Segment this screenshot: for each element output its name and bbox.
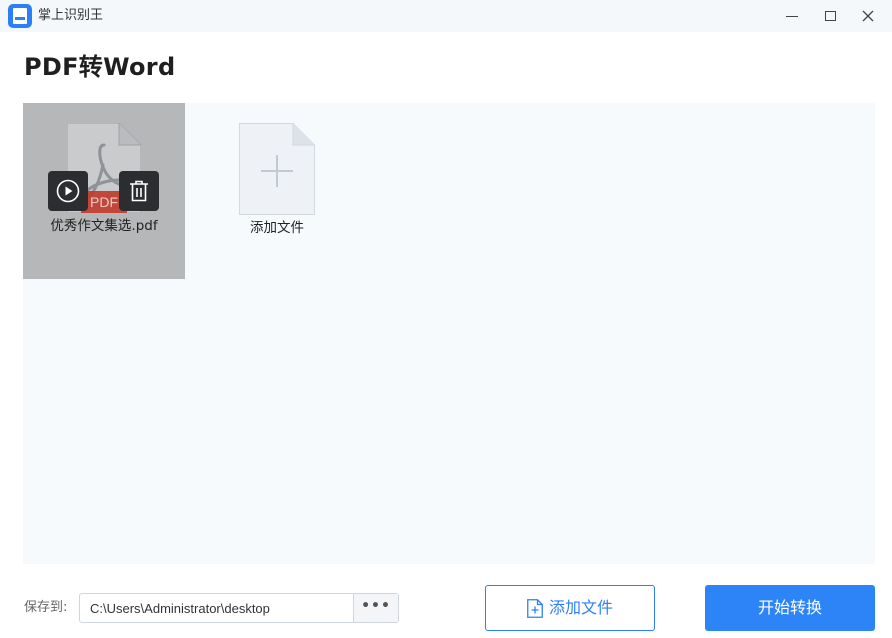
play-button[interactable] [48,171,88,211]
add-file-tile-label: 添加文件 [250,220,304,236]
save-path-input[interactable] [80,594,352,622]
app-logo-icon [8,4,32,28]
browse-button[interactable]: ••• [353,594,398,622]
page-title: PDF转Word [24,53,176,81]
add-file-tile[interactable]: 添加文件 [239,123,315,236]
close-icon [862,10,874,22]
add-file-button[interactable]: 添加文件 [485,585,655,631]
add-file-icon [527,598,543,618]
start-convert-button[interactable]: 开始转换 [705,585,875,631]
start-convert-button-label: 开始转换 [757,598,822,617]
save-path-field: ••• [79,593,399,623]
app-window: 掌上识别王 PDF转Word PDF 优秀作文集选.pdf 添加文件 保存到: … [0,0,892,638]
add-file-button-label: 添加文件 [548,598,613,617]
plus-document-icon [239,123,315,215]
trash-icon [130,180,148,202]
file-name: 优秀作文集选.pdf [50,218,158,234]
title-bar[interactable]: 掌上识别王 [0,0,892,32]
file-list-area[interactable]: PDF 优秀作文集选.pdf 添加文件 [23,103,875,564]
play-icon [56,179,80,203]
save-to-label: 保存到: [24,600,68,615]
more-icon: ••• [361,598,391,614]
minimize-icon [786,15,798,17]
close-button[interactable] [846,0,890,32]
delete-button[interactable] [119,171,159,211]
file-card[interactable]: PDF 优秀作文集选.pdf [23,103,185,279]
window-title: 掌上识别王 [38,8,104,23]
pdf-badge-label: PDF [90,194,118,210]
maximize-icon [824,11,836,21]
